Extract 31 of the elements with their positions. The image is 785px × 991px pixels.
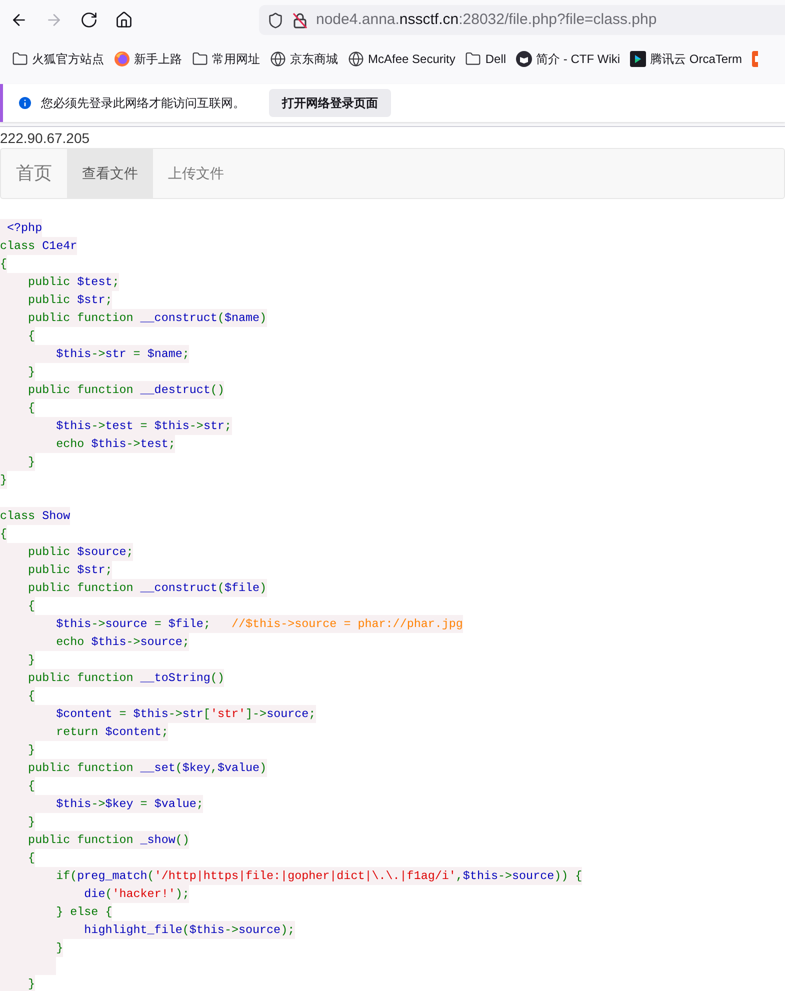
- bookmark-item[interactable]: 腾讯云 OrcaTerm: [630, 50, 742, 68]
- address-bar[interactable]: node4.anna.nssctf.cn:28032/file.php?file=class.php: [259, 5, 785, 35]
- lock-crossed-icon: [292, 12, 308, 28]
- nav-tab[interactable]: 上传文件: [153, 149, 239, 198]
- bookmark-item[interactable]: 常用网址: [192, 50, 260, 68]
- shield-icon: [267, 12, 284, 28]
- bookmark-item[interactable]: 火狐官方站点: [12, 50, 104, 68]
- bookmark-item[interactable]: 简介 - CTF Wiki: [516, 50, 620, 68]
- globe-icon: [348, 51, 364, 67]
- bookmark-item[interactable]: McAfee Security: [348, 50, 456, 68]
- brand-link[interactable]: 首页: [1, 149, 67, 198]
- home-icon: [115, 11, 133, 29]
- login-page-button[interactable]: 打开网络登录页面: [269, 89, 391, 117]
- info-icon: [17, 95, 33, 111]
- terminal-app-icon: [630, 51, 646, 67]
- folder-icon: [465, 51, 482, 67]
- ip-address: 222.90.67.205: [0, 129, 90, 148]
- notification-message: 您必须先登录此网络才能访问互联网。: [41, 95, 245, 112]
- url-text: node4.anna.nssctf.cn:28032/file.php?file=class.php: [316, 10, 657, 30]
- fox-logo-icon: [114, 51, 130, 67]
- bookmark-item[interactable]: 京东商城: [270, 50, 338, 68]
- bookmark-item[interactable]: Dell: [465, 50, 506, 68]
- forward-arrow-icon: [45, 11, 63, 29]
- folder-icon: [192, 51, 208, 67]
- bookmark-item[interactable]: 新手上路: [114, 50, 182, 68]
- book-circle-icon: [516, 51, 532, 67]
- reload-icon: [80, 11, 98, 29]
- app-icon: [752, 51, 758, 67]
- globe-icon: [270, 51, 286, 67]
- folder-icon: [12, 51, 28, 67]
- nav-tab[interactable]: 查看文件: [67, 149, 153, 198]
